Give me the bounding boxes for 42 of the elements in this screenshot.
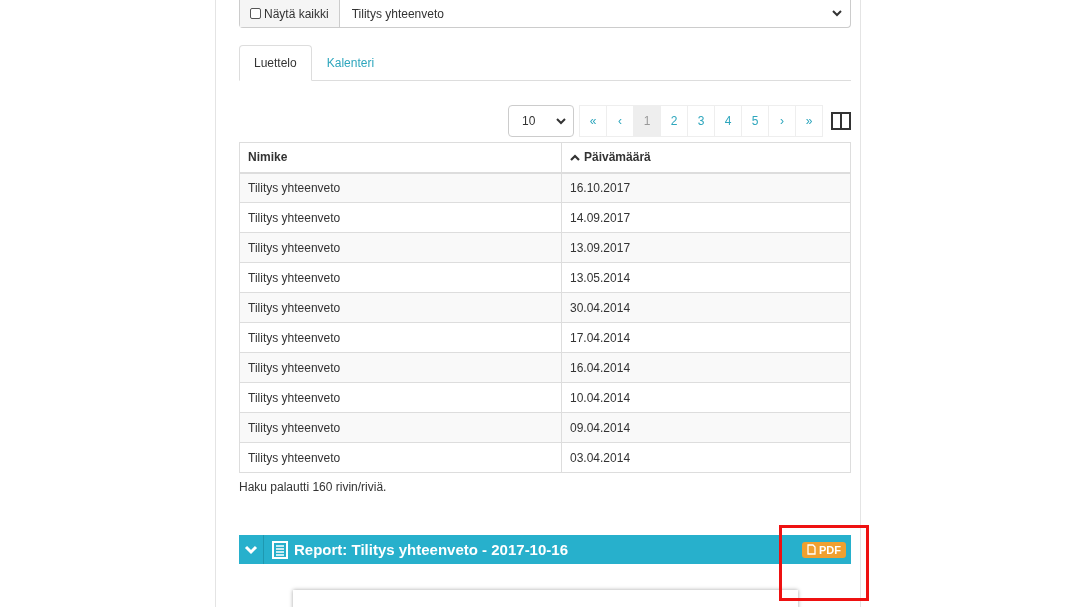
page-button[interactable]: 1 <box>633 105 661 137</box>
tab[interactable]: Kalenteri <box>311 45 390 81</box>
table-cell: 16.04.2014 <box>561 352 851 383</box>
table-cell: Tilitys yhteenveto <box>239 172 562 203</box>
page-button[interactable]: 2 <box>660 105 688 137</box>
table-cell: Tilitys yhteenveto <box>239 412 562 443</box>
table-cell: 13.05.2014 <box>561 262 851 293</box>
page-button[interactable]: 3 <box>687 105 715 137</box>
report-title: Report: Tilitys yhteenveto - 2017-10-16 <box>294 541 568 558</box>
page-button[interactable]: › <box>768 105 796 137</box>
page-button[interactable]: » <box>795 105 823 137</box>
table-cell: 10.04.2014 <box>561 382 851 413</box>
table-cell: Tilitys yhteenveto <box>239 232 562 263</box>
table-cell: Tilitys yhteenveto <box>239 292 562 323</box>
table-cell: 14.09.2017 <box>561 202 851 233</box>
column-header[interactable]: Päivämäärä <box>561 142 851 173</box>
page-size-select[interactable]: 10 <box>508 105 574 137</box>
tab[interactable]: Luettelo <box>239 45 312 81</box>
result-count: Haku palautti 160 rivin/riviä. <box>239 480 388 494</box>
table-cell: Tilitys yhteenveto <box>239 322 562 353</box>
pdf-button[interactable]: PDF <box>802 541 846 558</box>
table-cell: 13.09.2017 <box>561 232 851 263</box>
page-button[interactable]: « <box>579 105 607 137</box>
table-cell: 17.04.2014 <box>561 322 851 353</box>
caret-up-icon <box>570 154 580 162</box>
table-cell: Tilitys yhteenveto <box>239 382 562 413</box>
chevron-down-icon <box>244 544 258 555</box>
table-cell: 09.04.2014 <box>561 412 851 443</box>
table-cell: Tilitys yhteenveto <box>239 352 562 383</box>
table-cell: Tilitys yhteenveto <box>239 202 562 233</box>
table-cell: 16.10.2017 <box>561 172 851 203</box>
table-cell: 30.04.2014 <box>561 292 851 323</box>
table-cell: Tilitys yhteenveto <box>239 262 562 293</box>
table-cell: Tilitys yhteenveto <box>239 442 562 473</box>
list-document-icon <box>272 540 288 559</box>
page-button[interactable]: 5 <box>741 105 769 137</box>
page-button[interactable]: 4 <box>714 105 742 137</box>
file-icon <box>807 544 816 555</box>
columns-icon[interactable] <box>831 112 851 130</box>
table-cell: 03.04.2014 <box>561 442 851 473</box>
column-header[interactable]: Nimike <box>239 142 562 173</box>
chevron-down-icon <box>556 117 566 125</box>
